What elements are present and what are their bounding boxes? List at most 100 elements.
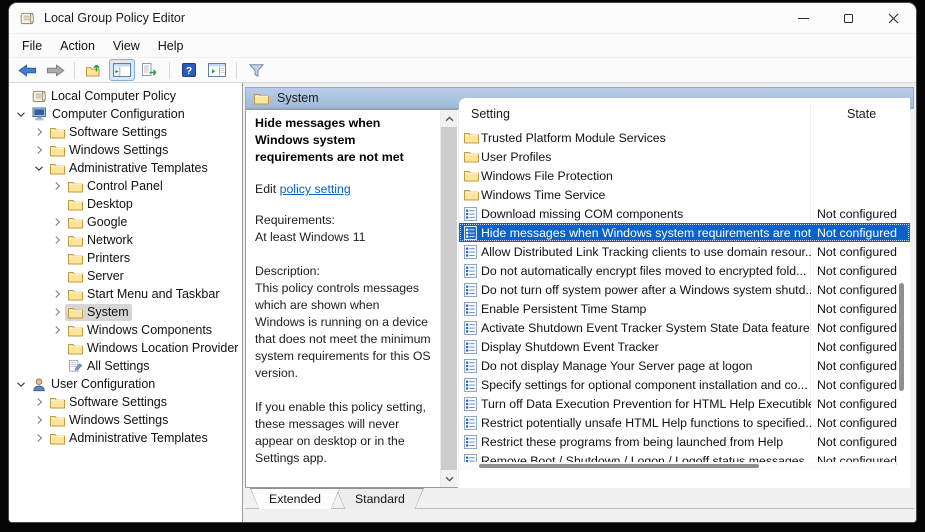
list-row[interactable]: Do not turn off system power after a Win… [459,280,910,299]
list-row[interactable]: Do not display Manage Your Server page a… [459,356,910,375]
horizontal-scrollbar-thumb[interactable] [479,464,759,468]
tree-item-label: System [87,305,129,319]
tree-item-administrative-templates[interactable]: Administrative Templates [9,429,242,447]
setting-name: Do not turn off system power after a Win… [481,283,811,297]
list-row[interactable]: Hide messages when Windows system requir… [459,223,910,242]
toolbar: ? [9,57,916,83]
tree-item-administrative-templates[interactable]: Administrative Templates [9,159,242,177]
tab-label: Standard [337,489,423,509]
chevron-right-icon[interactable] [31,127,47,137]
menu-help[interactable]: Help [149,36,193,56]
menu-view[interactable]: View [104,36,149,56]
tree-item-user-configuration[interactable]: User Configuration [9,375,242,393]
help-icon: ? [182,63,196,77]
list-row[interactable]: Turn off Data Execution Prevention for H… [459,394,910,413]
tree-item-windows-components[interactable]: Windows Components [9,321,242,339]
chevron-down-icon[interactable] [13,381,29,388]
list-header: Setting State [459,98,910,128]
tree-item-label: Windows Settings [69,143,168,157]
chevron-right-icon[interactable] [31,397,47,407]
chevron-right-icon[interactable] [31,415,47,425]
chevron-right-icon[interactable] [49,181,65,191]
export-list-button[interactable] [137,59,163,81]
tree-item-server[interactable]: Server [9,267,242,285]
tree-item-printers[interactable]: Printers [9,249,242,267]
list-row[interactable]: Allow Distributed Link Tracking clients … [459,242,910,261]
list-row[interactable]: Windows Time Service [459,185,910,204]
tree-item-windows-settings[interactable]: Windows Settings [9,411,242,429]
list-row[interactable]: Trusted Platform Module Services [459,128,910,147]
chevron-down-icon[interactable] [13,111,29,118]
tree-item-label: Windows Components [87,323,212,337]
list-row[interactable]: User Profiles [459,147,910,166]
tab-extended[interactable]: Extended [250,488,340,509]
chevron-right-icon[interactable] [49,235,65,245]
up-one-level-button[interactable] [81,59,107,81]
list-row[interactable]: Restrict potentially unsafe HTML Help fu… [459,413,910,432]
folder-icon [68,180,83,193]
column-header-state[interactable]: State [847,107,876,121]
list-row[interactable]: Restrict these programs from being launc… [459,432,910,451]
chevron-right-icon[interactable] [49,217,65,227]
chevron-right-icon[interactable] [31,433,47,443]
list-row[interactable]: Windows File Protection [459,166,910,185]
tree-item-start-menu-and-taskbar[interactable]: Start Menu and Taskbar [9,285,242,303]
chevron-down-icon[interactable] [31,165,47,172]
list-row[interactable]: Activate Shutdown Event Tracker System S… [459,318,910,337]
help-button[interactable]: ? [176,59,202,81]
tree-item-software-settings[interactable]: Software Settings [9,123,242,141]
list-row[interactable]: Do not automatically encrypt files moved… [459,261,910,280]
list-row[interactable]: Display Shutdown Event TrackerNot config… [459,337,910,356]
menu-file[interactable]: File [13,36,51,56]
tree-item-all-settings[interactable]: All Settings [9,357,242,375]
minimize-button[interactable] [781,3,826,33]
maximize-button[interactable] [826,3,871,33]
tree-item-core: Start Menu and Taskbar [65,286,222,303]
list-row[interactable]: Download missing COM componentsNot confi… [459,204,910,223]
chevron-right-icon[interactable] [49,325,65,335]
policy-setting-link[interactable]: policy setting [280,182,351,196]
scroll-up-icon[interactable] [441,110,457,127]
chevron-right-icon[interactable] [31,145,47,155]
folder-icon [464,150,481,163]
details-scrollbar-thumb[interactable] [441,127,457,470]
scroll-down-icon[interactable] [441,470,457,487]
setting-name: Restrict potentially unsafe HTML Help fu… [481,416,811,430]
tree-item-system[interactable]: System [9,303,242,321]
tree-item-windows-location-provider[interactable]: Windows Location Provider [9,339,242,357]
tree-item-local-computer-policy[interactable]: Local Computer Policy [9,87,242,105]
tree-item-software-settings[interactable]: Software Settings [9,393,242,411]
horizontal-scrollbar[interactable] [459,462,896,471]
forward-button[interactable] [42,59,68,81]
main-area: Local Computer PolicyComputer Configurat… [9,83,916,523]
tab-standard[interactable]: Standard [336,488,424,509]
tree-item-network[interactable]: Network [9,231,242,249]
show-console-tree-button[interactable] [109,59,135,81]
folder-icon [68,198,83,211]
chevron-right-icon[interactable] [49,289,65,299]
show-console-tree-icon [113,63,131,77]
caption-buttons [781,3,916,33]
show-action-pane-button[interactable] [204,59,230,81]
back-button[interactable] [14,59,40,81]
tree-item-computer-configuration[interactable]: Computer Configuration [9,105,242,123]
setting-state: Not configured [817,416,897,430]
close-button[interactable] [871,3,916,33]
menu-action[interactable]: Action [51,36,104,56]
list-row[interactable]: Enable Persistent Time StampNot configur… [459,299,910,318]
filter-button[interactable] [243,59,269,81]
column-header-setting[interactable]: Setting [471,107,510,121]
setting-name: Display Shutdown Event Tracker [481,340,811,354]
folder-icon [68,288,83,301]
tree-item-desktop[interactable]: Desktop [9,195,242,213]
chevron-right-icon[interactable] [49,307,65,317]
tree-item-google[interactable]: Google [9,213,242,231]
tree-item-windows-settings[interactable]: Windows Settings [9,141,242,159]
computer-icon [32,107,48,121]
close-icon [888,13,899,24]
tree-item-control-panel[interactable]: Control Panel [9,177,242,195]
details-scrollbar[interactable] [440,110,457,487]
list-row[interactable]: Specify settings for optional component … [459,375,910,394]
list-vertical-scrollbar-thumb[interactable] [899,283,904,391]
tree-item-core: User Configuration [29,376,158,393]
